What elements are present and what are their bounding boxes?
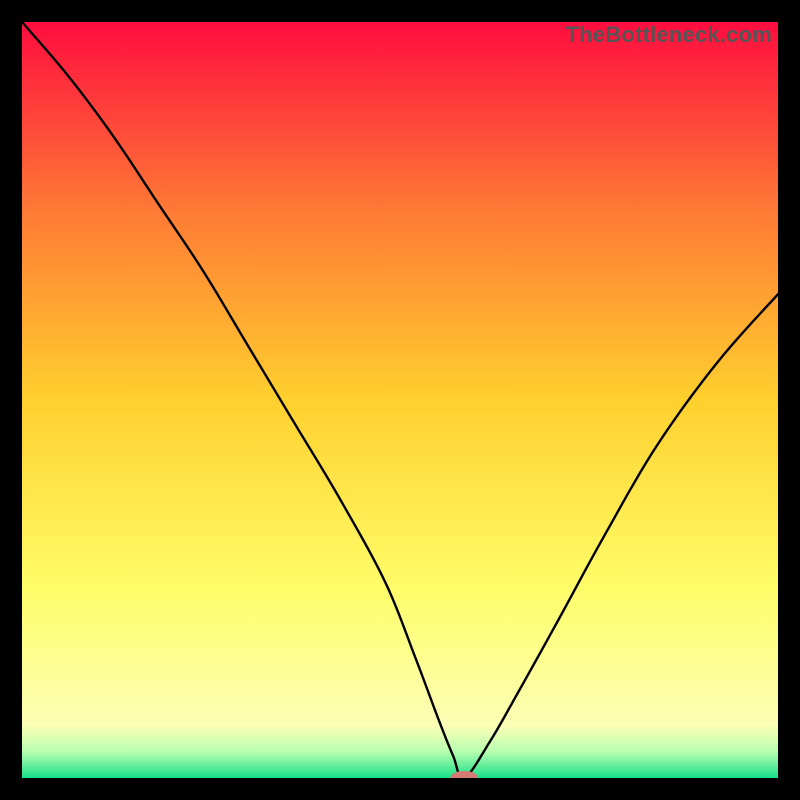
watermark-text: TheBottleneck.com: [566, 22, 772, 48]
chart-curve-layer: [22, 22, 778, 778]
bottleneck-curve: [22, 22, 778, 778]
chart-plot-area: TheBottleneck.com: [22, 22, 778, 778]
optimal-point-marker: [450, 771, 478, 778]
chart-frame: TheBottleneck.com: [0, 0, 800, 800]
